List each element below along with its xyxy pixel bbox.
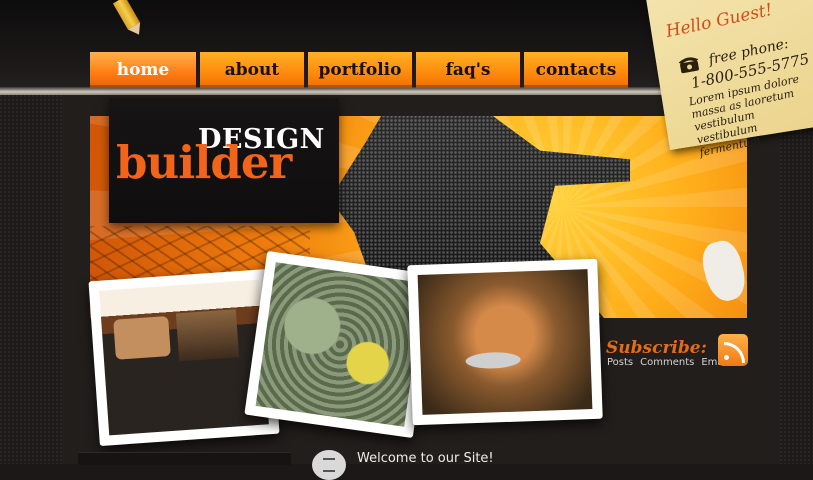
subscribe-posts-link[interactable]: Posts — [607, 357, 633, 368]
logo-builder-text: builder — [116, 136, 292, 189]
subscribe-comments-link[interactable]: Comments — [640, 357, 694, 368]
sidebar-box — [78, 452, 291, 465]
nav-home-link[interactable]: home — [90, 52, 196, 88]
rss-feed-icon[interactable] — [718, 334, 748, 366]
main-navigation: home about portfolio faq's contacts — [90, 52, 628, 88]
nav-portfolio-link[interactable]: portfolio — [308, 52, 412, 88]
thumbnail-image-3 — [417, 269, 593, 415]
document-icon — [312, 450, 346, 480]
nav-contacts-link[interactable]: contacts — [524, 52, 628, 88]
telephone-icon — [678, 57, 699, 74]
nav-about-link[interactable]: about — [200, 52, 304, 88]
thumbnail-image-1 — [99, 279, 269, 436]
nav-faqs-link[interactable]: faq's — [416, 52, 520, 88]
portfolio-thumbnail-1[interactable] — [88, 268, 280, 447]
thumbnail-image-2 — [255, 262, 425, 427]
subscribe-title: Subscribe: — [606, 338, 707, 358]
portfolio-thumbnail-3[interactable] — [407, 258, 603, 426]
subscribe-links: Posts Comments Email — [607, 357, 729, 368]
